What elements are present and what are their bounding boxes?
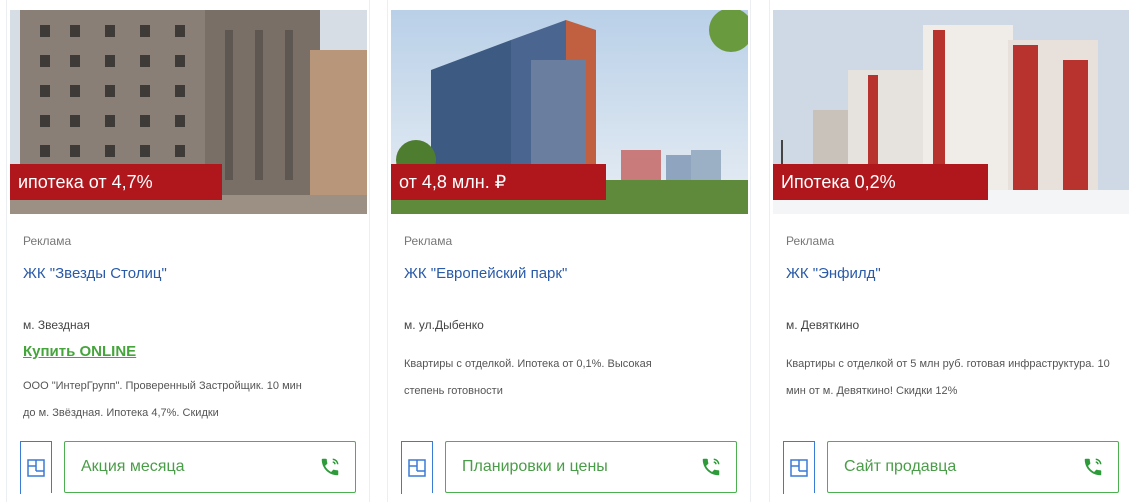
promo-badge: Ипотека 0,2% bbox=[773, 164, 988, 200]
description-line: мин от м. Девяткино! Скидки 12% bbox=[786, 385, 958, 397]
metro-station: м. Девяткино bbox=[786, 318, 860, 332]
floor-plan-icon[interactable] bbox=[783, 441, 815, 494]
phone-icon bbox=[1084, 458, 1102, 476]
listing-card[interactable]: Ипотека 0,2% Реклама ЖК "Энфилд" м. Девя… bbox=[769, 0, 1129, 502]
listing-cards: ипотека от 4,7% Реклама ЖК "Звезды Столи… bbox=[0, 0, 1129, 502]
description-line: до м. Звёздная. Ипотека 4,7%. Скидки bbox=[23, 407, 219, 419]
description-line: степень готовности bbox=[404, 385, 503, 397]
phone-icon bbox=[321, 458, 339, 476]
phone-icon bbox=[702, 458, 720, 476]
promo-badge: ипотека от 4,7% bbox=[10, 164, 222, 200]
description: Квартиры с отделкой. Ипотека от 0,1%. Вы… bbox=[404, 351, 744, 405]
complex-title-link[interactable]: ЖК "Европейский парк" bbox=[404, 265, 567, 282]
description: ООО "ИнтерГрупп". Проверенный Застройщик… bbox=[23, 373, 363, 427]
floor-plan-icon[interactable] bbox=[20, 441, 52, 494]
promo-badge: от 4,8 млн. ₽ bbox=[391, 164, 606, 200]
ad-label: Реклама bbox=[23, 234, 72, 248]
listing-card[interactable]: от 4,8 млн. ₽ Реклама ЖК "Европейский па… bbox=[387, 0, 751, 502]
complex-title-link[interactable]: ЖК "Энфилд" bbox=[786, 265, 881, 282]
plans-prices-button[interactable]: Планировки и цены bbox=[445, 441, 737, 493]
ad-label: Реклама bbox=[404, 234, 453, 248]
description-line: Квартиры с отделкой. Ипотека от 0,1%. Вы… bbox=[404, 358, 652, 370]
action-label: Сайт продавца bbox=[844, 458, 957, 475]
description-line: Квартиры с отделкой от 5 млн руб. готова… bbox=[786, 358, 1110, 370]
floor-plan-icon[interactable] bbox=[401, 441, 433, 494]
description: Квартиры с отделкой от 5 млн руб. готова… bbox=[786, 351, 1126, 405]
listing-card[interactable]: ипотека от 4,7% Реклама ЖК "Звезды Столи… bbox=[6, 0, 370, 502]
description-line: ООО "ИнтерГрупп". Проверенный Застройщик… bbox=[23, 380, 302, 392]
action-label: Акция месяца bbox=[81, 458, 185, 475]
seller-site-button[interactable]: Сайт продавца bbox=[827, 441, 1119, 493]
metro-station: м. Звездная bbox=[23, 318, 90, 332]
action-label: Планировки и цены bbox=[462, 458, 608, 475]
complex-title-link[interactable]: ЖК "Звезды Столиц" bbox=[23, 265, 167, 282]
ad-label: Реклама bbox=[786, 234, 835, 248]
buy-online-link[interactable]: Купить ONLINE bbox=[23, 343, 136, 360]
metro-station: м. ул.Дыбенко bbox=[404, 318, 484, 332]
promo-action-button[interactable]: Акция месяца bbox=[64, 441, 356, 493]
